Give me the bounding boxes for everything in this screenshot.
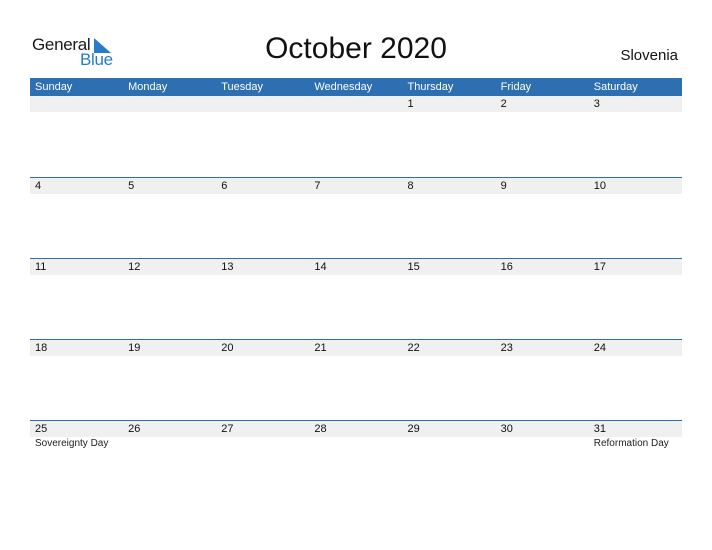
day-number: 28 — [314, 423, 327, 435]
day-number: 31 — [593, 423, 606, 435]
week-row: 4 5 6 7 8 9 10 — [30, 177, 682, 258]
day-number: 19 — [128, 342, 141, 354]
day-number: 25 — [35, 423, 48, 435]
day-number: 21 — [314, 342, 327, 354]
day-number: 23 — [500, 342, 513, 354]
weekday-wednesday: Wednesday — [314, 81, 373, 93]
week-row: 18 19 20 21 22 23 24 — [30, 339, 682, 420]
day-number: 17 — [593, 261, 606, 273]
day-number — [216, 96, 309, 112]
day-number: 7 — [314, 180, 321, 192]
weekday-tuesday: Tuesday — [221, 81, 264, 93]
day-number: 2 — [500, 98, 507, 110]
day-number — [30, 96, 123, 112]
date-row: 1 2 3 — [30, 96, 682, 112]
day-number: 18 — [35, 342, 48, 354]
day-number: 11 — [35, 261, 47, 273]
holiday-label — [309, 437, 402, 451]
weekday-header: Sunday Monday Tuesday Wednesday Thursday… — [30, 78, 682, 96]
calendar-title: October 2020 — [265, 32, 447, 65]
day-number: 30 — [500, 423, 513, 435]
holiday-label: Sovereignty Day — [35, 438, 109, 449]
holiday-label — [123, 437, 216, 451]
weekday-sunday: Sunday — [35, 81, 73, 93]
week-row: 11 12 13 14 15 16 17 — [30, 258, 682, 339]
holiday-label — [496, 437, 589, 451]
event-row: Sovereignty Day Reformation Day — [30, 437, 682, 451]
day-number: 20 — [221, 342, 234, 354]
day-number: 5 — [128, 180, 135, 192]
holiday-label — [403, 437, 496, 451]
weekday-saturday: Saturday — [593, 81, 638, 93]
date-row: 4 5 6 7 8 9 10 — [30, 178, 682, 194]
day-number: 12 — [128, 261, 141, 273]
day-number: 1 — [407, 98, 414, 110]
date-row: 18 19 20 21 22 23 24 — [30, 340, 682, 356]
day-number: 24 — [593, 342, 606, 354]
day-number: 29 — [407, 423, 420, 435]
day-number: 27 — [221, 423, 234, 435]
day-number — [309, 96, 402, 112]
day-number: 16 — [500, 261, 513, 273]
date-row: 25 26 27 28 29 30 31 — [30, 421, 682, 437]
weekday-monday: Monday — [128, 81, 168, 93]
weekday-thursday: Thursday — [407, 81, 454, 93]
day-number: 8 — [407, 180, 414, 192]
day-number: 13 — [221, 261, 234, 273]
day-number: 15 — [407, 261, 420, 273]
weeks-container: 1 2 3 4 5 6 7 8 9 10 11 12 13 14 15 16 17 18 19 20 21 22 23 24 2… — [30, 96, 682, 501]
day-number: 6 — [221, 180, 228, 192]
weekday-friday: Friday — [500, 81, 532, 93]
date-row: 11 12 13 14 15 16 17 — [30, 259, 682, 275]
day-number: 4 — [35, 180, 42, 192]
day-number: 22 — [407, 342, 420, 354]
day-number: 9 — [500, 180, 507, 192]
day-number: 10 — [593, 180, 606, 192]
week-row: 25 26 27 28 29 30 31 Sovereignty Day Reformation… — [30, 420, 682, 501]
holiday-label — [216, 437, 309, 451]
day-number: 14 — [314, 261, 327, 273]
week-row: 1 2 3 — [30, 96, 682, 177]
country-label: Slovenia — [620, 47, 678, 64]
holiday-label: Reformation Day — [593, 438, 669, 449]
day-number: 3 — [593, 98, 600, 110]
day-number: 26 — [128, 423, 141, 435]
calendar-grid: Sunday Monday Tuesday Wednesday Thursday… — [30, 78, 682, 501]
day-number — [123, 96, 216, 112]
